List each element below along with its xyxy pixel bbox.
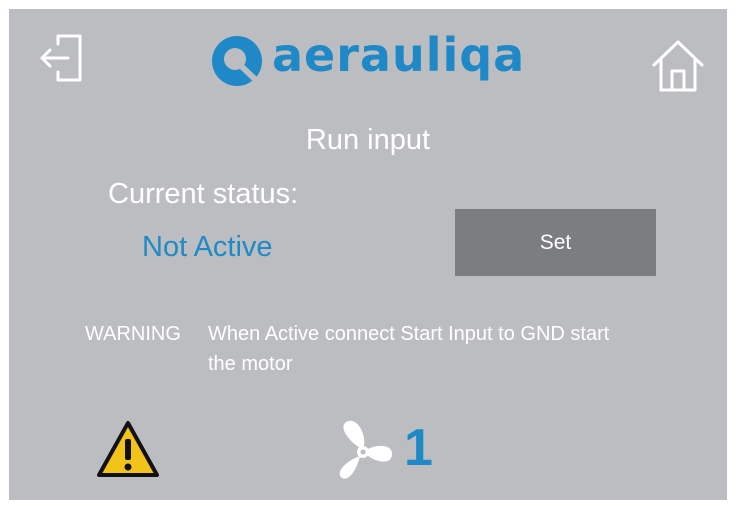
logo-mark-icon: [212, 36, 263, 87]
fan-speed-value: 1: [404, 419, 433, 477]
warning-triangle-icon: [96, 420, 160, 478]
page-title: Run input: [305, 124, 431, 156]
aerauliqa-logo: aerauliqa: [210, 28, 526, 89]
logo-text: aerauliqa: [272, 28, 526, 82]
exit-icon[interactable]: [38, 30, 84, 84]
warning-text: When Active connect Start Input to GND s…: [208, 323, 610, 375]
current-status-value: Not Active: [142, 231, 273, 263]
fan-icon: [330, 418, 398, 486]
current-status-label: Current status:: [108, 178, 299, 210]
home-icon[interactable]: [650, 38, 706, 94]
set-button[interactable]: Set: [455, 209, 656, 276]
warning-label: WARNING: [85, 323, 181, 345]
